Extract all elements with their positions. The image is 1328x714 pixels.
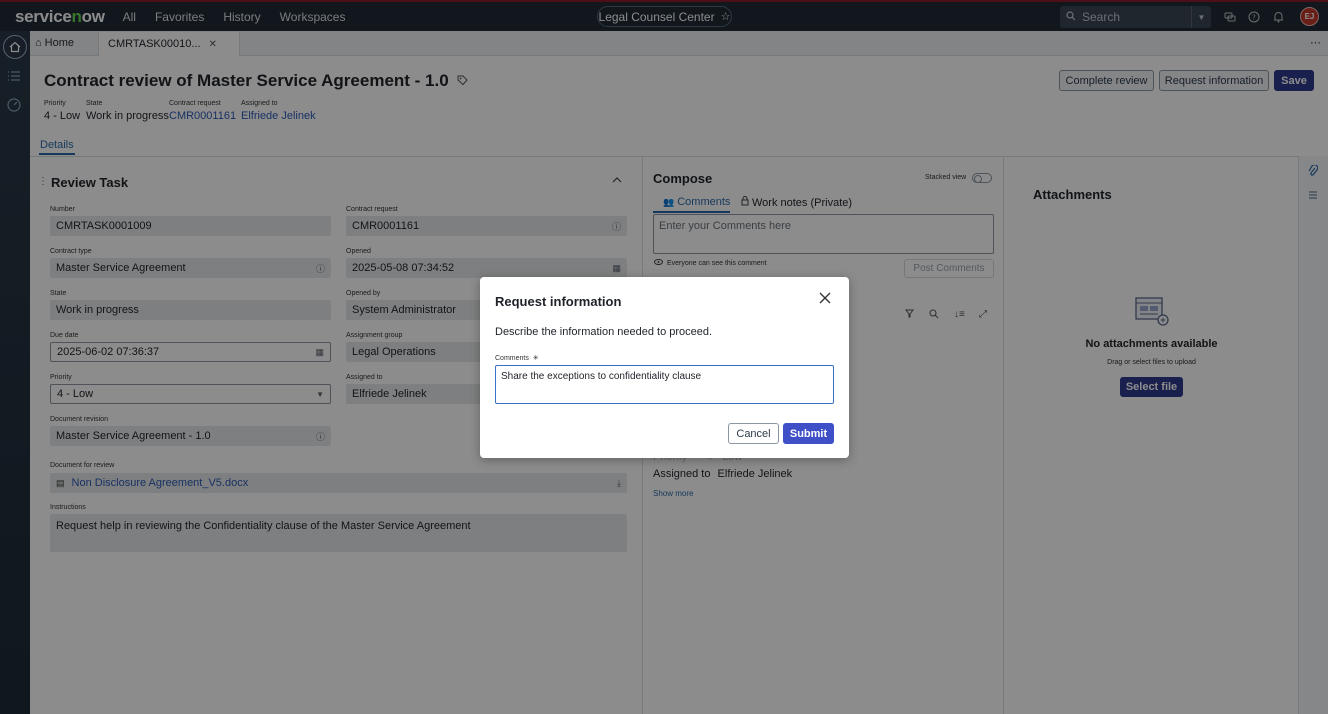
request-information-dialog: Request information Describe the informa…	[480, 277, 849, 458]
comments-label-text: Comments	[495, 355, 529, 362]
comments-label: Comments ✳	[495, 354, 539, 362]
comments-textarea[interactable]: Share the exceptions to confidentiality …	[495, 365, 834, 404]
required-asterisk-icon: ✳	[532, 355, 539, 362]
dialog-title: Request information	[495, 294, 622, 309]
dialog-description: Describe the information needed to proce…	[495, 326, 713, 338]
cancel-button[interactable]: Cancel	[728, 423, 779, 444]
close-icon[interactable]	[819, 291, 831, 309]
submit-button[interactable]: Submit	[783, 423, 834, 444]
